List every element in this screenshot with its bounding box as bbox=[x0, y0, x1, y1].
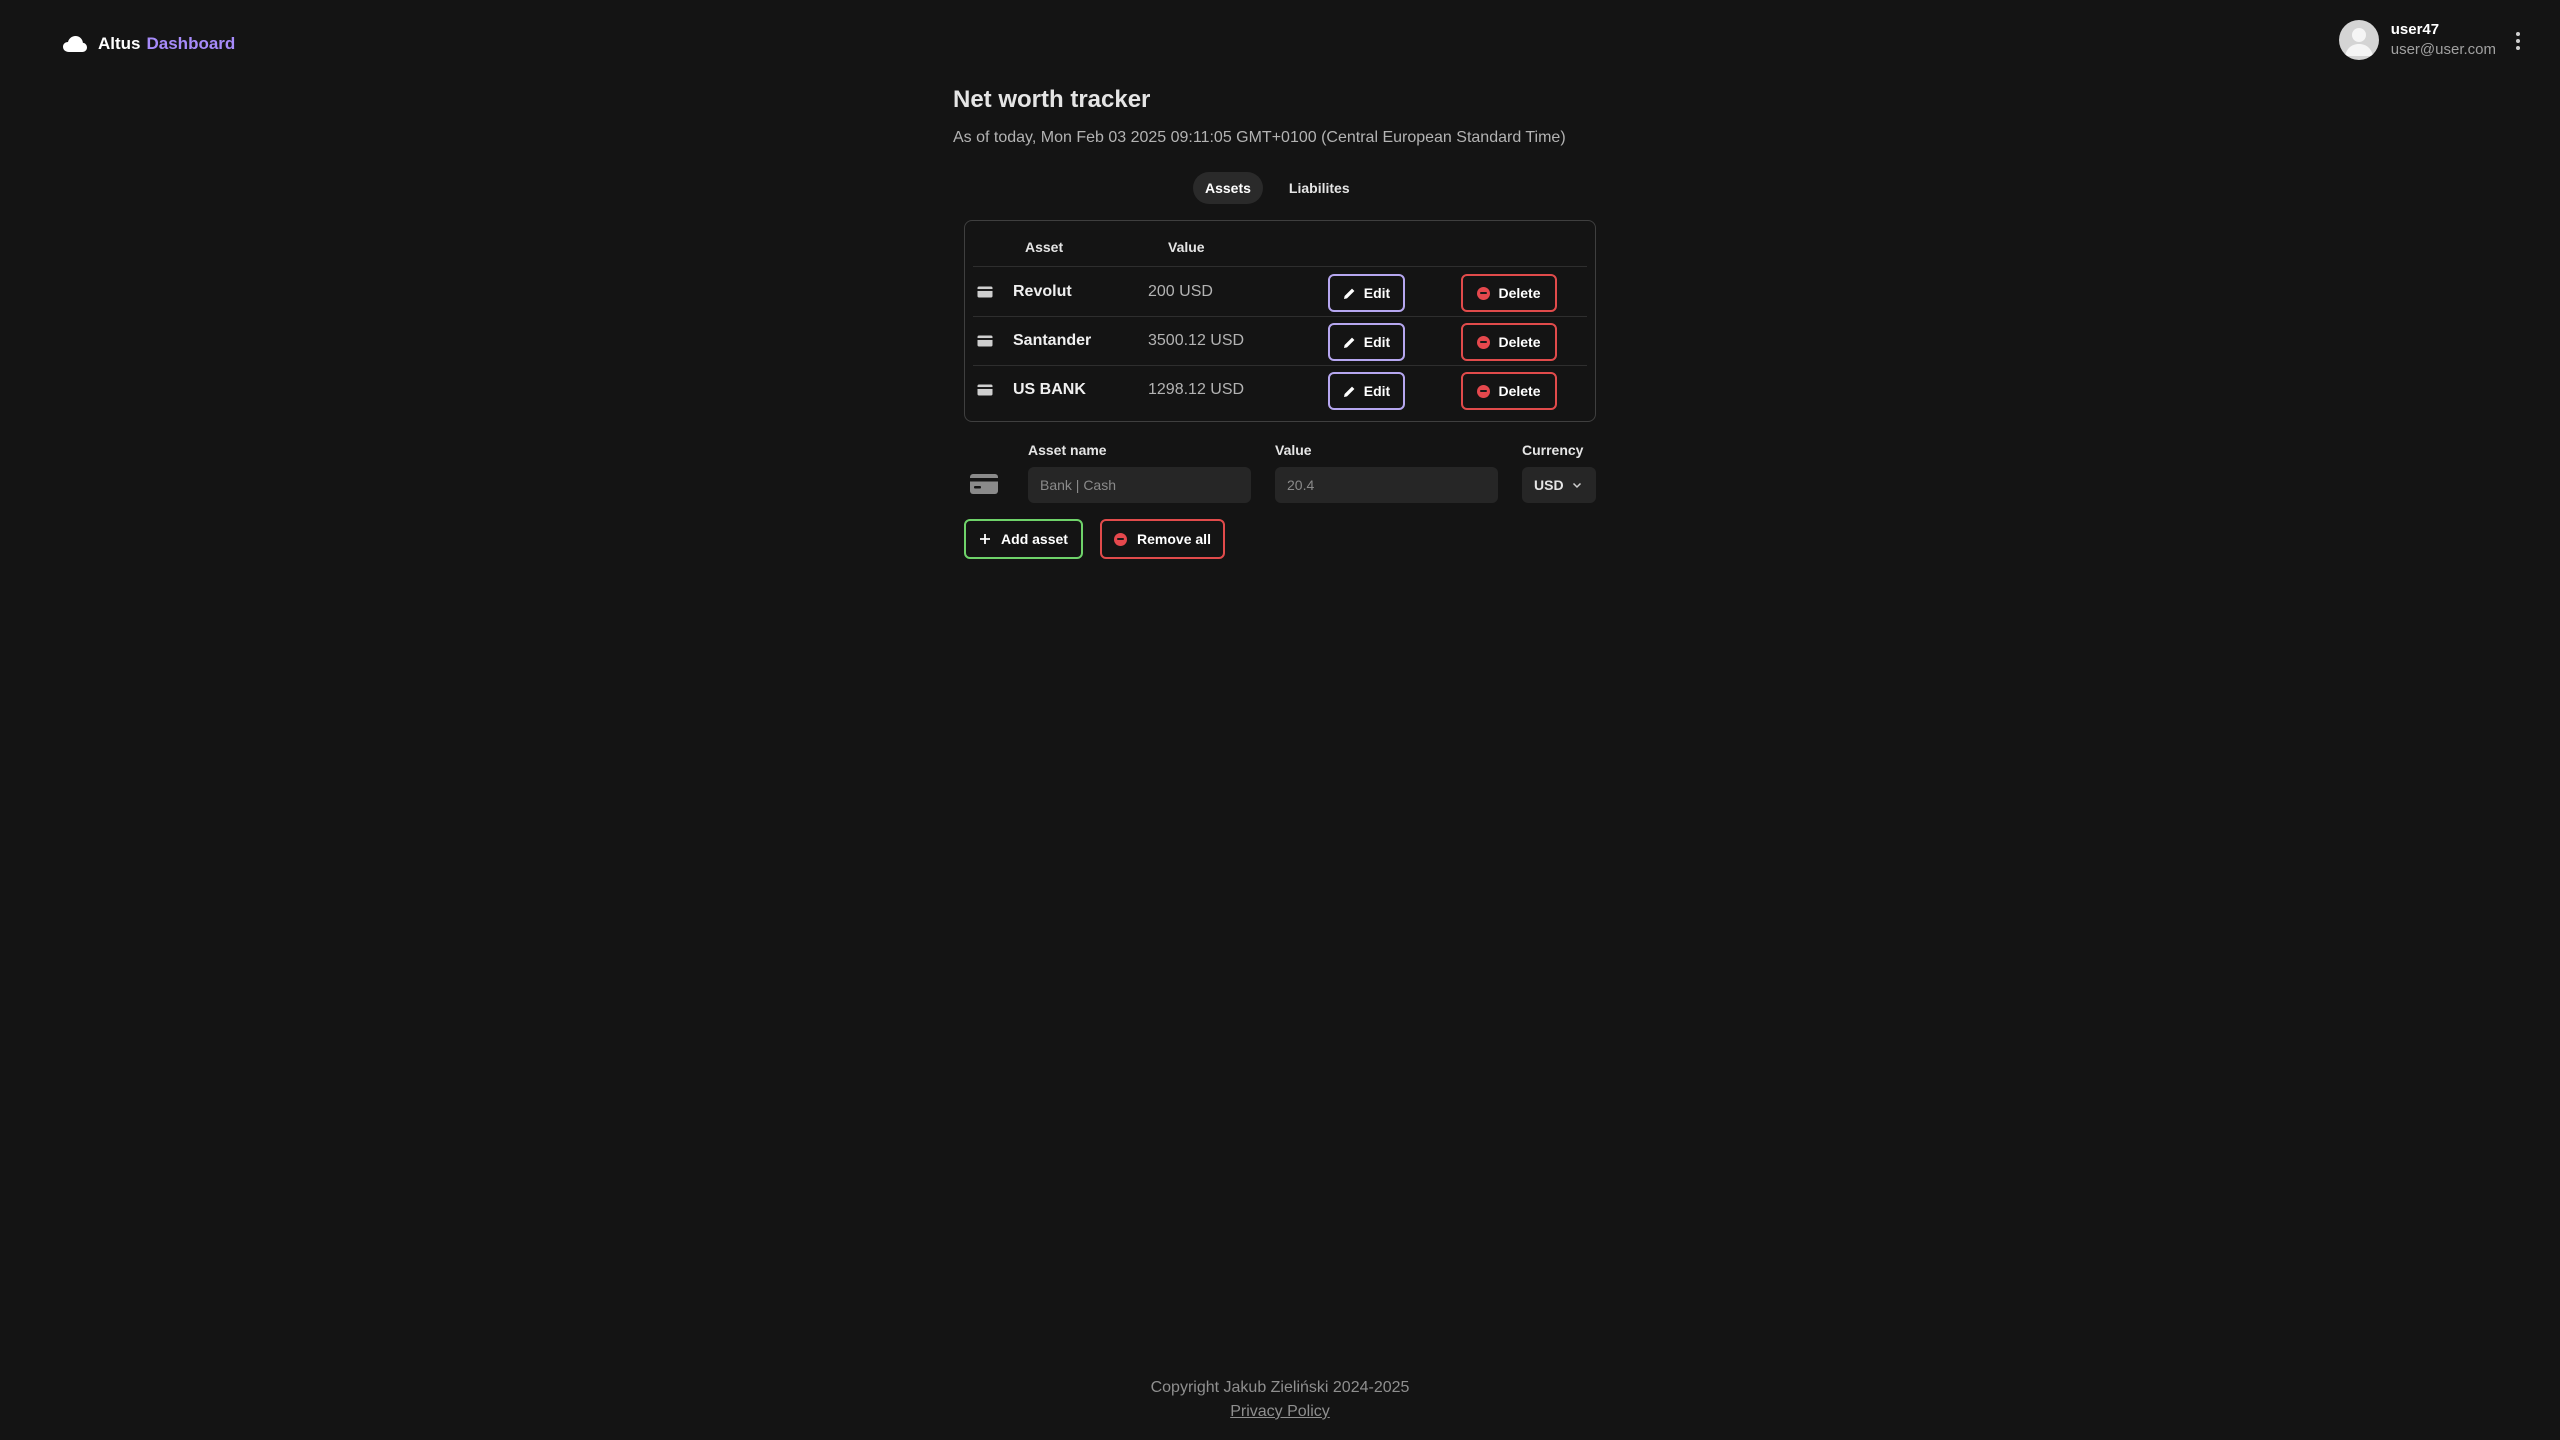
minus-circle-icon bbox=[1114, 532, 1128, 546]
card-icon bbox=[977, 384, 993, 396]
page-title: Net worth tracker bbox=[953, 86, 1151, 113]
edit-button[interactable]: Edit bbox=[1328, 323, 1405, 361]
page-subtitle: As of today, Mon Feb 03 2025 09:11:05 GM… bbox=[953, 129, 1566, 146]
tab-assets[interactable]: Assets bbox=[1193, 172, 1263, 204]
currency-value: USD bbox=[1534, 477, 1564, 493]
add-asset-label: Add asset bbox=[1001, 531, 1068, 547]
table-row: Santander 3500.12 USD Edit Delete bbox=[973, 317, 1587, 366]
add-asset-button[interactable]: Add asset bbox=[964, 519, 1083, 559]
cloud-icon bbox=[62, 34, 88, 54]
card-icon bbox=[977, 286, 993, 298]
minus-circle-icon bbox=[1477, 286, 1491, 300]
asset-name: US BANK bbox=[1013, 381, 1086, 398]
table-row: Revolut 200 USD Edit Delete bbox=[973, 268, 1587, 317]
asset-value: 200 USD bbox=[1148, 283, 1213, 300]
user-icon bbox=[2344, 28, 2373, 56]
asset-value: 3500.12 USD bbox=[1148, 332, 1245, 349]
chevron-down-icon bbox=[1572, 482, 1581, 488]
edit-label: Edit bbox=[1363, 285, 1391, 301]
avatar[interactable] bbox=[2338, 20, 2379, 60]
delete-button[interactable]: Delete bbox=[1461, 372, 1557, 410]
pencil-icon bbox=[1343, 288, 1355, 299]
top-bar: Altus Dashboard user47 user@user.com bbox=[0, 0, 2560, 88]
plus-icon bbox=[980, 534, 991, 544]
column-header-value: Value bbox=[1168, 239, 1205, 255]
currency-select[interactable]: USD bbox=[1522, 467, 1596, 503]
table-header: Asset Value bbox=[973, 221, 1587, 267]
remove-all-button[interactable]: Remove all bbox=[1100, 519, 1225, 559]
user-menu[interactable]: user47 user@user.com bbox=[2338, 20, 2496, 60]
card-icon bbox=[977, 335, 993, 347]
user-info: user47 user@user.com bbox=[2391, 20, 2496, 60]
asset-value: 1298.12 USD bbox=[1148, 381, 1245, 398]
delete-label: Delete bbox=[1498, 334, 1541, 350]
delete-label: Delete bbox=[1498, 383, 1541, 399]
more-options-icon[interactable] bbox=[2512, 30, 2524, 52]
value-label: Value bbox=[1275, 442, 1312, 458]
column-header-asset: Asset bbox=[1025, 239, 1064, 255]
edit-button[interactable]: Edit bbox=[1328, 372, 1405, 410]
edit-label: Edit bbox=[1363, 383, 1391, 399]
asset-name: Revolut bbox=[1013, 283, 1072, 300]
delete-button[interactable]: Delete bbox=[1461, 323, 1557, 361]
brand-link[interactable]: Altus Dashboard bbox=[62, 30, 235, 58]
pencil-icon bbox=[1343, 386, 1355, 397]
footer: Copyright Jakub Zieliński 2024-2025 Priv… bbox=[0, 1376, 2560, 1424]
value-input[interactable] bbox=[1275, 467, 1498, 503]
currency-label: Currency bbox=[1522, 442, 1584, 458]
edit-label: Edit bbox=[1363, 334, 1391, 350]
minus-circle-icon bbox=[1477, 335, 1491, 349]
brand-accent: Dashboard bbox=[146, 34, 236, 53]
user-email: user@user.com bbox=[2390, 41, 2496, 58]
privacy-policy-link[interactable]: Privacy Policy bbox=[1230, 1403, 1330, 1420]
asset-name-label: Asset name bbox=[1028, 442, 1107, 458]
remove-all-label: Remove all bbox=[1137, 531, 1211, 547]
minus-circle-icon bbox=[1477, 384, 1491, 398]
credit-card-icon bbox=[970, 474, 998, 494]
asset-name-input[interactable] bbox=[1028, 467, 1251, 503]
table-row: US BANK 1298.12 USD Edit Delete bbox=[973, 366, 1587, 415]
copyright-text: Copyright Jakub Zieliński 2024-2025 bbox=[1150, 1379, 1410, 1396]
user-name: user47 bbox=[2390, 21, 2440, 38]
assets-table: Asset Value Revolut 200 USD Edit Delete … bbox=[964, 220, 1596, 422]
brand-name: Altus bbox=[98, 34, 141, 53]
edit-button[interactable]: Edit bbox=[1328, 274, 1405, 312]
asset-name: Santander bbox=[1013, 332, 1092, 349]
delete-label: Delete bbox=[1498, 285, 1541, 301]
delete-button[interactable]: Delete bbox=[1461, 274, 1557, 312]
pencil-icon bbox=[1343, 337, 1355, 348]
tab-liabilities[interactable]: Liabilites bbox=[1277, 172, 1362, 204]
tabs: Assets Liabilites bbox=[1193, 172, 1362, 204]
